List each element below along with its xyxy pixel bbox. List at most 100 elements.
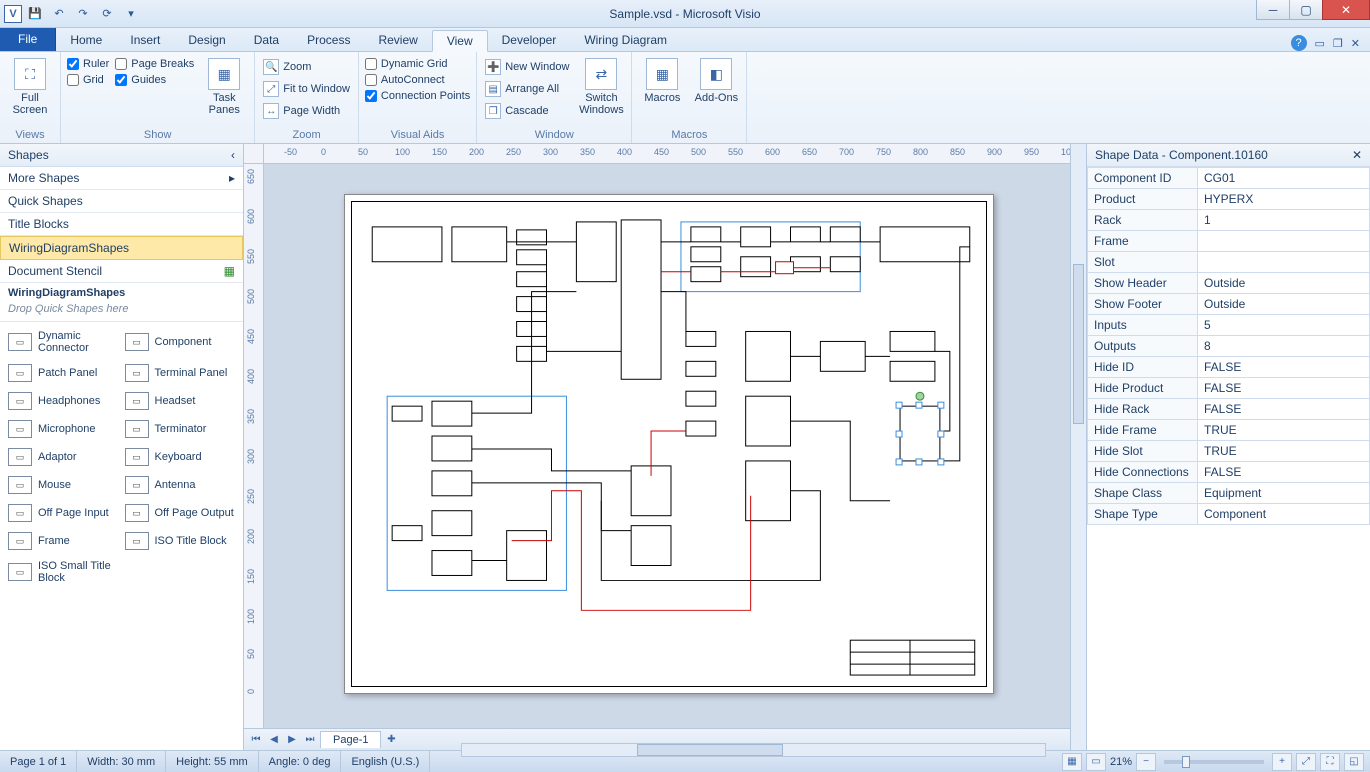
tab-design[interactable]: Design [174, 29, 239, 51]
data-value[interactable]: Component [1198, 504, 1370, 525]
presentation-mode-icon[interactable]: ▭ [1086, 753, 1106, 771]
qat-customize-icon[interactable]: ▾ [120, 3, 142, 25]
data-value[interactable] [1198, 231, 1370, 252]
arrange-all-button[interactable]: ▤Arrange All [483, 80, 571, 98]
tab-review[interactable]: Review [364, 29, 431, 51]
shape-item[interactable]: ▭Off Page Output [125, 504, 236, 522]
data-row[interactable]: Rack1 [1088, 210, 1370, 231]
shape-item[interactable]: ▭Dynamic Connector [8, 330, 119, 354]
dynamic-grid-checkbox[interactable]: Dynamic Grid [365, 58, 470, 70]
shape-item[interactable]: ▭ISO Title Block [125, 532, 236, 550]
shape-item[interactable]: ▭ISO Small Title Block [8, 560, 119, 584]
data-value[interactable]: FALSE [1198, 462, 1370, 483]
drawing-page[interactable] [344, 194, 994, 694]
page-width-button[interactable]: ↔Page Width [261, 102, 352, 120]
shape-item[interactable]: ▭Adaptor [8, 448, 119, 466]
data-row[interactable]: Slot [1088, 252, 1370, 273]
fit-page-icon[interactable]: ⤢ [1296, 753, 1316, 771]
data-value[interactable]: TRUE [1198, 420, 1370, 441]
data-row[interactable]: Show FooterOutside [1088, 294, 1370, 315]
data-row[interactable]: Hide IDFALSE [1088, 357, 1370, 378]
ribbon-close-icon[interactable]: ✕ [1351, 37, 1360, 50]
data-value[interactable]: FALSE [1198, 357, 1370, 378]
tab-data[interactable]: Data [240, 29, 293, 51]
data-row[interactable]: Hide RackFALSE [1088, 399, 1370, 420]
zoom-out-button[interactable]: − [1136, 753, 1156, 771]
data-value[interactable]: TRUE [1198, 441, 1370, 462]
zoom-button[interactable]: 🔍Zoom [261, 58, 352, 76]
page-breaks-checkbox[interactable]: Page Breaks [115, 58, 194, 70]
tab-wiring-diagram[interactable]: Wiring Diagram [570, 29, 681, 51]
switch-windows-button[interactable]: ⇄ Switch Windows [577, 54, 625, 120]
v-scrollbar[interactable] [1070, 144, 1086, 750]
zoom-in-button[interactable]: + [1272, 753, 1292, 771]
next-page-button[interactable]: ▶ [284, 732, 300, 748]
stencil-edit-icon[interactable]: ▦ [224, 264, 235, 278]
fit-to-window-button[interactable]: ⤢Fit to Window [261, 80, 352, 98]
new-window-button[interactable]: ➕New Window [483, 58, 571, 76]
tab-process[interactable]: Process [293, 29, 364, 51]
qat-redo-icon[interactable]: ↷ [72, 3, 94, 25]
shape-item[interactable]: ▭Component [125, 330, 236, 354]
data-row[interactable]: Hide ConnectionsFALSE [1088, 462, 1370, 483]
macros-button[interactable]: ▦ Macros [638, 54, 686, 108]
shape-item[interactable]: ▭Terminator [125, 420, 236, 438]
qat-save-icon[interactable]: 💾 [24, 3, 46, 25]
status-page[interactable]: Page 1 of 1 [0, 751, 77, 772]
shape-item[interactable]: ▭Mouse [8, 476, 119, 494]
minimize-button[interactable]: ─ [1256, 0, 1290, 20]
document-stencil-row[interactable]: Document Stencil▦ [0, 260, 243, 283]
new-page-button[interactable]: ✚ [383, 732, 399, 748]
canvas[interactable]: -500501001502002503003504004505005506006… [244, 144, 1070, 750]
ruler-checkbox[interactable]: Ruler [67, 58, 109, 70]
data-value[interactable]: Equipment [1198, 483, 1370, 504]
shape-item[interactable]: ▭Antenna [125, 476, 236, 494]
wiring-diagram-shapes-row[interactable]: WiringDiagramShapes [0, 236, 243, 260]
prev-page-button[interactable]: ◀ [266, 732, 282, 748]
data-row[interactable]: Show HeaderOutside [1088, 273, 1370, 294]
first-page-button[interactable]: ⏮ [248, 732, 264, 748]
data-row[interactable]: Hide FrameTRUE [1088, 420, 1370, 441]
pan-zoom-icon[interactable]: ◱ [1344, 753, 1364, 771]
data-value[interactable]: CG01 [1198, 168, 1370, 189]
guides-checkbox[interactable]: Guides [115, 74, 194, 86]
data-value[interactable]: Outside [1198, 273, 1370, 294]
data-value[interactable]: 5 [1198, 315, 1370, 336]
status-language[interactable]: English (U.S.) [341, 751, 430, 772]
data-row[interactable]: Shape ClassEquipment [1088, 483, 1370, 504]
tab-file[interactable]: File [0, 27, 56, 51]
data-value[interactable]: 1 [1198, 210, 1370, 231]
maximize-button[interactable]: ▢ [1289, 0, 1323, 20]
qat-undo-icon[interactable]: ↶ [48, 3, 70, 25]
cascade-button[interactable]: ❒Cascade [483, 102, 571, 120]
task-panes-button[interactable]: ▦ Task Panes [200, 54, 248, 120]
zoom-slider[interactable] [1164, 760, 1264, 764]
data-value[interactable]: FALSE [1198, 399, 1370, 420]
shape-item[interactable]: ▭Frame [8, 532, 119, 550]
macro-record-icon[interactable]: ▦ [1062, 753, 1082, 771]
shape-item[interactable]: ▭Patch Panel [8, 364, 119, 382]
shape-item[interactable]: ▭Headphones [8, 392, 119, 410]
data-row[interactable]: Hide SlotTRUE [1088, 441, 1370, 462]
ribbon-restore-icon[interactable]: ❐ [1333, 37, 1343, 50]
grid-checkbox[interactable]: Grid [67, 74, 109, 86]
qat-refresh-icon[interactable]: ⟳ [96, 3, 118, 25]
data-row[interactable]: ProductHYPERX [1088, 189, 1370, 210]
tab-developer[interactable]: Developer [488, 29, 571, 51]
tab-insert[interactable]: Insert [116, 29, 174, 51]
data-row[interactable]: Inputs5 [1088, 315, 1370, 336]
shape-item[interactable]: ▭Off Page Input [8, 504, 119, 522]
data-value[interactable]: Outside [1198, 294, 1370, 315]
collapse-icon[interactable]: ‹ [231, 148, 235, 162]
shape-item[interactable]: ▭Headset [125, 392, 236, 410]
zoom-level[interactable]: 21% [1110, 756, 1132, 768]
tab-view[interactable]: View [432, 30, 488, 52]
data-value[interactable]: 8 [1198, 336, 1370, 357]
more-shapes-row[interactable]: More Shapes▸ [0, 167, 243, 190]
connection-points-checkbox[interactable]: Connection Points [365, 90, 470, 102]
data-row[interactable]: Frame [1088, 231, 1370, 252]
addons-button[interactable]: ◧ Add-Ons [692, 54, 740, 108]
close-button[interactable]: ✕ [1322, 0, 1370, 20]
full-screen-status-icon[interactable]: ⛶ [1320, 753, 1340, 771]
data-row[interactable]: Shape TypeComponent [1088, 504, 1370, 525]
